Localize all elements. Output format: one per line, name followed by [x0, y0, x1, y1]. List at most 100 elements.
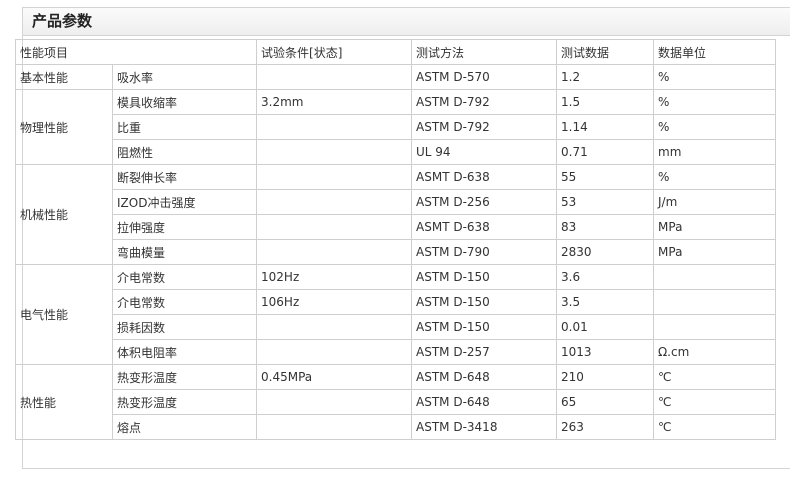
unit-cell: MPa — [653, 239, 777, 265]
condition-cell: 3.2mm — [256, 89, 413, 115]
condition-cell — [256, 64, 413, 90]
condition-cell: 102Hz — [256, 264, 413, 290]
category-cell: 机械性能 — [15, 164, 113, 265]
value-cell: 83 — [556, 214, 655, 240]
value-cell: 0.71 — [556, 139, 655, 165]
unit-cell: mm — [653, 139, 777, 165]
condition-cell — [256, 214, 413, 240]
category-cell: 电气性能 — [15, 264, 113, 365]
property-cell: 模具收缩率 — [111, 89, 258, 115]
header-unit: 数据单位 — [653, 39, 777, 65]
condition-cell — [256, 189, 413, 215]
unit-cell: % — [653, 89, 777, 115]
property-cell: 热变形温度 — [111, 364, 258, 390]
category-cell: 物理性能 — [15, 89, 113, 165]
table-row: 物理性能 模具收缩率 3.2mm ASTM D-792 1.5% — [15, 89, 777, 165]
method-cell: ASTM D-648 — [411, 364, 558, 390]
property-cell: 吸水率 — [111, 64, 258, 90]
value-cell: 53 — [556, 189, 655, 215]
property-cell: 比重 — [111, 114, 258, 140]
table-row: 体积电阻率 ASTM D-257 1013 Ω.cm — [16, 339, 777, 365]
condition-cell: 106Hz — [256, 289, 413, 315]
method-cell: ASTM D-570 — [411, 64, 558, 90]
property-cell: IZOD冲击强度 — [111, 189, 258, 215]
method-cell: UL 94 — [411, 139, 558, 165]
table-row: 损耗因数 ASTM D-150 0.01 — [16, 314, 777, 340]
unit-cell: % — [653, 64, 777, 90]
unit-cell: ℃ — [653, 414, 777, 440]
method-cell: ASTM D-150 — [411, 264, 558, 290]
property-cell: 阻燃性 — [111, 139, 258, 165]
header-value: 测试数据 — [556, 39, 655, 65]
property-cell: 弯曲模量 — [111, 239, 258, 265]
value-cell: 1013 — [556, 339, 655, 365]
table-row: 熔点 ASTM D-3418 263 ℃ — [16, 414, 777, 440]
condition-cell — [256, 239, 413, 265]
method-cell: ASTM D-256 — [411, 189, 558, 215]
condition-cell: 0.45MPa — [256, 364, 413, 390]
table-row: 介电常数 106Hz ASTM D-150 3.5 — [16, 289, 777, 315]
value-cell: 0.01 — [556, 314, 655, 340]
value-cell: 210 — [556, 364, 655, 390]
panel-title: 产品参数 — [23, 8, 790, 36]
value-cell: 263 — [556, 414, 655, 440]
header-item: 性能项目 — [14, 39, 258, 65]
unit-cell — [653, 264, 777, 290]
value-cell: 65 — [556, 389, 655, 415]
condition-cell — [256, 414, 413, 440]
value-cell: 3.6 — [556, 264, 655, 290]
property-cell: 热变形温度 — [111, 389, 258, 415]
property-cell: 介电常数 — [111, 264, 258, 290]
unit-cell — [653, 289, 777, 315]
unit-cell: ℃ — [653, 389, 777, 415]
value-cell: 2830 — [556, 239, 655, 265]
value-cell: 1.2 — [556, 64, 655, 90]
table-row: 热变形温度 ASTM D-648 65 ℃ — [16, 389, 777, 415]
unit-cell: % — [653, 164, 777, 190]
value-cell: 1.5 — [556, 89, 655, 115]
property-cell: 熔点 — [111, 414, 258, 440]
property-cell: 拉伸强度 — [111, 214, 258, 240]
method-cell: ASTM D-792 — [411, 89, 558, 115]
property-cell: 介电常数 — [111, 289, 258, 315]
condition-cell — [256, 314, 413, 340]
unit-cell: MPa — [653, 214, 777, 240]
unit-cell — [653, 314, 777, 340]
category-cell: 热性能 — [15, 364, 113, 440]
property-cell: 断裂伸长率 — [111, 164, 258, 190]
condition-cell — [256, 139, 413, 165]
unit-cell: Ω.cm — [653, 339, 777, 365]
value-cell: 3.5 — [556, 289, 655, 315]
method-cell: ASMT D-638 — [411, 214, 558, 240]
unit-cell: J/m — [653, 189, 777, 215]
params-table-body: 性能项目 试验条件[状态] 测试方法 测试数据 数据单位 基本性能 吸水率 ASTM… — [14, 39, 777, 440]
method-cell: ASMT D-638 — [411, 164, 558, 190]
condition-cell — [256, 114, 413, 140]
property-cell: 损耗因数 — [111, 314, 258, 340]
method-cell: ASTM D-150 — [411, 289, 558, 315]
table-row: 热性能 热变形温度 0.45MPa ASTM D-648 210 ℃ — [15, 364, 777, 440]
table-row: 弯曲模量 ASTM D-790 2830 MPa — [16, 239, 777, 265]
table-row: 机械性能 断裂伸长率 ASMT D-638 55% — [15, 164, 777, 265]
condition-cell — [256, 339, 413, 365]
table-row: 阻燃性 UL 94 0.71 mm — [16, 139, 777, 165]
table-row: 拉伸强度 ASMT D-638 83 MPa — [16, 214, 777, 240]
method-cell: ASTM D-150 — [411, 314, 558, 340]
property-cell: 体积电阻率 — [111, 339, 258, 365]
table-row: 基本性能 吸水率 ASTM D-570 1.2% — [15, 64, 777, 90]
table-row: 比重 ASTM D-792 1.14% — [16, 114, 777, 140]
value-cell: 55 — [556, 164, 655, 190]
table-header-row: 性能项目 试验条件[状态] 测试方法 测试数据 数据单位 — [14, 39, 777, 65]
table-row: 电气性能 介电常数 102Hz ASTM D-150 3.6 — [15, 264, 777, 365]
category-cell: 基本性能 — [15, 64, 113, 90]
method-cell: ASTM D-3418 — [411, 414, 558, 440]
table-row: IZOD冲击强度 ASTM D-256 53 J/m — [16, 189, 777, 215]
condition-cell — [256, 389, 413, 415]
params-table: 性能项目 试验条件[状态] 测试方法 测试数据 数据单位 基本性能 吸水率 ASTM… — [14, 39, 777, 440]
value-cell: 1.14 — [556, 114, 655, 140]
header-method: 测试方法 — [411, 39, 558, 65]
condition-cell — [256, 164, 413, 190]
method-cell: ASTM D-648 — [411, 389, 558, 415]
unit-cell: % — [653, 114, 777, 140]
method-cell: ASTM D-792 — [411, 114, 558, 140]
